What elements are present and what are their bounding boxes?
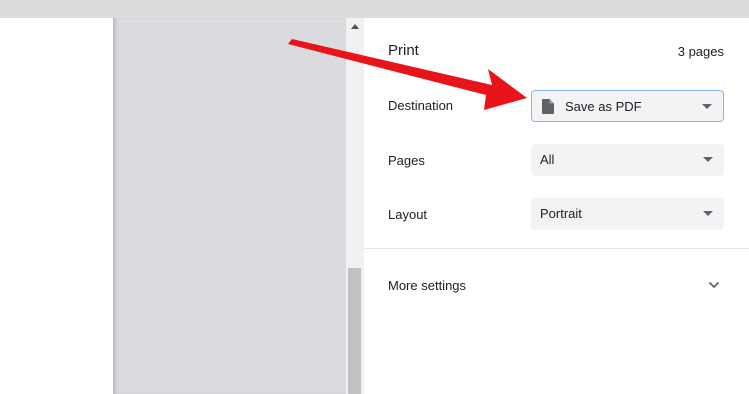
print-title: Print	[388, 42, 419, 59]
section-divider	[364, 248, 749, 249]
destination-value: Save as PDF	[565, 99, 642, 114]
page-background	[0, 18, 113, 394]
layout-value: Portrait	[540, 206, 582, 221]
print-settings-panel: Print 3 pages Destination Save as PDF Pa…	[364, 18, 749, 394]
scroll-thumb[interactable]	[348, 268, 361, 394]
more-settings-toggle[interactable]: More settings	[364, 268, 749, 302]
window-top-bar	[0, 0, 749, 18]
scroll-up-arrow-icon[interactable]	[346, 18, 364, 36]
chevron-down-icon	[703, 211, 713, 216]
pages-label: Pages	[388, 153, 425, 168]
destination-label: Destination	[388, 98, 454, 113]
pages-select[interactable]: All	[531, 144, 724, 176]
file-icon	[542, 99, 554, 114]
preview-scrollbar[interactable]	[346, 18, 364, 394]
chevron-down-icon	[702, 104, 712, 109]
destination-select[interactable]: Save as PDF	[531, 90, 724, 122]
layout-label: Layout	[388, 207, 428, 222]
page-count: 3 pages	[677, 44, 724, 59]
chevron-down-icon	[703, 157, 713, 162]
more-settings-label: More settings	[388, 278, 467, 293]
layout-select[interactable]: Portrait	[531, 198, 724, 230]
chevron-down-icon	[709, 282, 719, 288]
pages-value: All	[540, 152, 555, 167]
print-preview-area	[113, 18, 346, 394]
